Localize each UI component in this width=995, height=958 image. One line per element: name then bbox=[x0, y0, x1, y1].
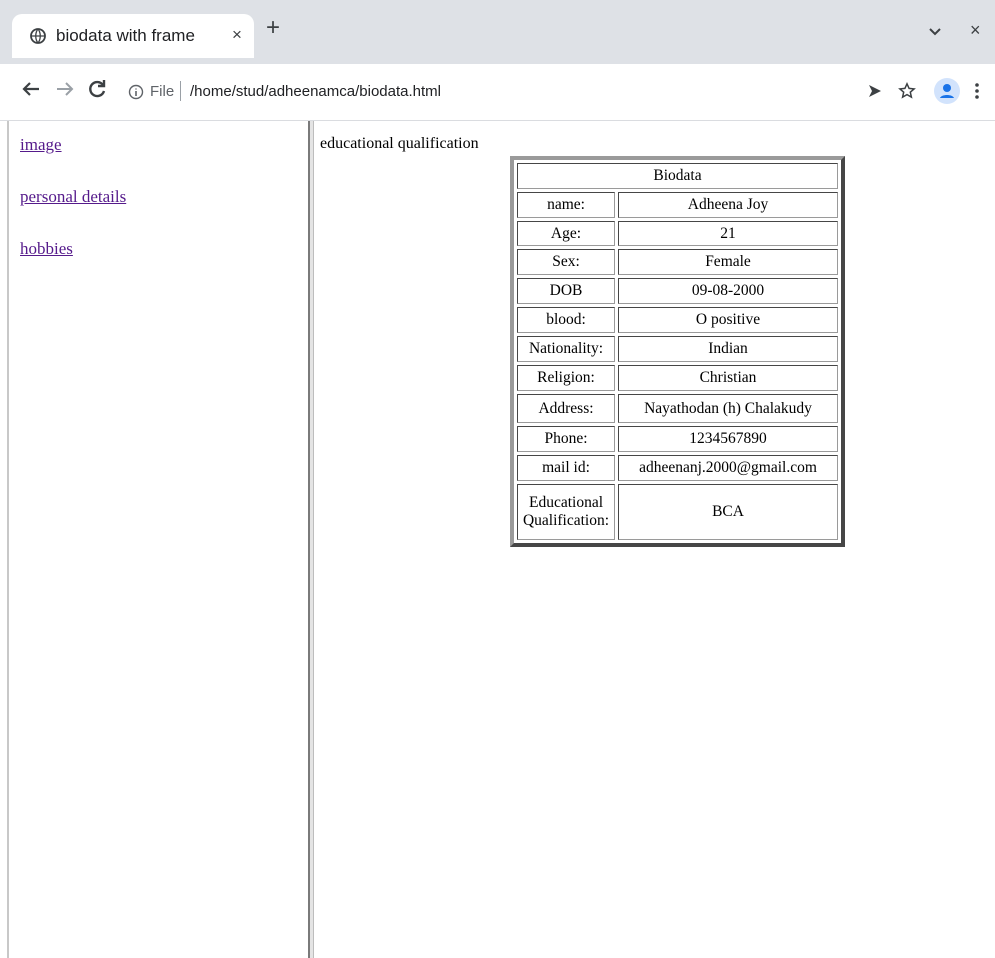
row-value: 09-08-2000 bbox=[618, 278, 838, 305]
table-row: Religion: Christian bbox=[517, 364, 838, 391]
row-label: mail id: bbox=[517, 455, 615, 481]
row-value: 21 bbox=[618, 220, 838, 247]
back-arrow-icon[interactable] bbox=[20, 78, 42, 100]
table-row: mail id: adheenanj.2000@gmail.com bbox=[517, 455, 838, 481]
table-row: blood: O positive bbox=[517, 307, 838, 333]
globe-icon bbox=[30, 28, 46, 44]
row-value: BCA bbox=[618, 483, 838, 540]
tab-close-button[interactable]: × bbox=[232, 25, 242, 45]
table-row: Nationality: Indian bbox=[517, 335, 838, 362]
row-label: name: bbox=[517, 191, 615, 218]
omnibox-file-label: File bbox=[150, 83, 175, 100]
row-label: Address: bbox=[517, 393, 615, 424]
row-label: blood: bbox=[517, 307, 615, 333]
table-row: Phone: 1234567890 bbox=[517, 426, 838, 453]
table-row: Sex: Female bbox=[517, 249, 838, 276]
send-icon[interactable] bbox=[866, 82, 884, 100]
row-value: Nayathodan (h) Chalakudy bbox=[618, 393, 838, 424]
row-value: Christian bbox=[618, 364, 838, 391]
table-title: Biodata bbox=[517, 163, 838, 189]
table-title-row: Biodata bbox=[517, 163, 838, 189]
omnibox-separator bbox=[180, 81, 181, 101]
profile-icon bbox=[940, 84, 954, 98]
row-label: Religion: bbox=[517, 364, 615, 391]
info-icon[interactable] bbox=[128, 84, 144, 100]
personal-details-link[interactable]: personal details bbox=[20, 187, 126, 207]
profile-button[interactable] bbox=[934, 78, 960, 104]
table-row: name: Adheena Joy bbox=[517, 191, 838, 218]
table-row: DOB 09-08-2000 bbox=[517, 278, 838, 305]
star-icon[interactable] bbox=[898, 82, 916, 100]
hobbies-link[interactable]: hobbies bbox=[20, 239, 73, 259]
table-row: Age: 21 bbox=[517, 220, 838, 247]
browser-toolbar: File /home/stud/adheenamca/biodata.html bbox=[0, 64, 995, 121]
row-value: adheenanj.2000@gmail.com bbox=[618, 455, 838, 481]
biodata-table: Biodata name: Adheena Joy Age: 21 Sex: F… bbox=[510, 156, 845, 547]
content-frame: educational qualification Biodata name: … bbox=[314, 121, 995, 958]
row-label: Sex: bbox=[517, 249, 615, 276]
table-row: Address: Nayathodan (h) Chalakudy bbox=[517, 393, 838, 424]
row-label: Nationality: bbox=[517, 335, 615, 362]
frame-edge bbox=[7, 121, 9, 958]
tab-strip: biodata with frame × + × bbox=[0, 0, 995, 72]
page-heading: educational qualification bbox=[320, 135, 479, 152]
row-value: Indian bbox=[618, 335, 838, 362]
table-row: Educational Qualification: BCA bbox=[517, 483, 838, 540]
row-value: O positive bbox=[618, 307, 838, 333]
chevron-down-icon[interactable] bbox=[928, 25, 942, 39]
image-link[interactable]: image bbox=[20, 135, 62, 155]
tab-title: biodata with frame bbox=[56, 26, 195, 45]
row-label: Phone: bbox=[517, 426, 615, 453]
navigation-frame: image personal details hobbies bbox=[0, 121, 308, 958]
row-value: Female bbox=[618, 249, 838, 276]
more-vert-icon[interactable] bbox=[974, 82, 980, 100]
reload-icon[interactable] bbox=[86, 78, 108, 100]
row-value: 1234567890 bbox=[618, 426, 838, 453]
row-value: Adheena Joy bbox=[618, 191, 838, 218]
address-bar[interactable]: /home/stud/adheenamca/biodata.html bbox=[190, 83, 441, 100]
browser-tab[interactable]: biodata with frame × bbox=[12, 14, 254, 58]
row-label: Age: bbox=[517, 220, 615, 247]
new-tab-button[interactable]: + bbox=[266, 16, 280, 40]
row-label: Educational Qualification: bbox=[517, 483, 615, 540]
window-close-button[interactable]: × bbox=[970, 20, 981, 41]
row-label: DOB bbox=[517, 278, 615, 305]
forward-arrow-icon[interactable] bbox=[54, 78, 76, 100]
